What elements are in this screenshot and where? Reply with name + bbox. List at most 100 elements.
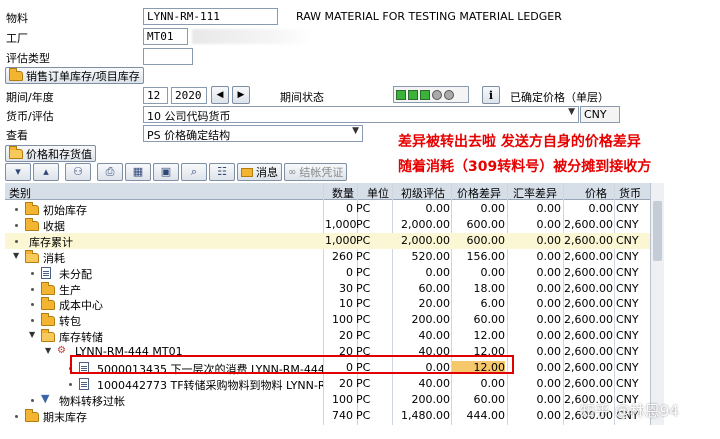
table-row[interactable]: ▼ 消耗 260 PC 520.00 156.00 0.00 2,600.00 CNY — [5, 249, 650, 265]
previous-period-button[interactable]: ◀ — [211, 86, 229, 104]
row-exchange-diff: 0.00 — [536, 361, 562, 374]
col-price-diff[interactable]: 价格差异 — [457, 185, 501, 201]
table-row[interactable]: 库存累计 1,000 PC 2,000.00 600.00 0.00 2,600.00 CNY — [5, 232, 650, 249]
row-currency: CNY — [616, 265, 639, 279]
print-icon[interactable]: ⎙ — [97, 163, 123, 181]
table-row[interactable]: ▼ 物料转移过帐 100 PC 200.00 60.00 0.00 2,600.00 CNY — [5, 392, 650, 408]
row-quantity: 20 — [339, 329, 353, 343]
row-prelim: 20.00 — [418, 297, 451, 311]
settlement-icon: ∞ — [288, 166, 297, 178]
scroll-thumb[interactable] — [653, 201, 662, 261]
row-exchange-diff: 0.00 — [536, 249, 562, 263]
collapse-icon[interactable]: ▴ — [33, 163, 59, 181]
col-exchange-diff[interactable]: 汇率差异 — [513, 185, 557, 201]
next-period-button[interactable]: ▶ — [232, 86, 250, 104]
table-row[interactable]: 未分配 0 PC 0.00 0.00 0.00 2,600.00 CNY — [5, 265, 650, 281]
find-icon[interactable]: ⚇ — [65, 163, 91, 181]
row-unit: PC — [356, 217, 371, 231]
collapse-caret-icon[interactable]: ▼ — [13, 251, 19, 260]
row-quantity: 0 — [346, 265, 353, 279]
row-unit: PC — [356, 329, 371, 343]
messages-label: 消息 — [256, 166, 278, 179]
settlement-doc-label: 结帐凭证 — [299, 166, 344, 179]
hierarchy-icon[interactable]: ☷ — [209, 163, 235, 181]
price-stock-values-button[interactable]: 价格和存货值 — [5, 145, 96, 162]
currency-valuation-select[interactable]: 10 公司代码货币 ▼ — [143, 106, 579, 123]
row-exchange-diff: 0.00 — [536, 408, 562, 422]
vertical-scrollbar[interactable] — [650, 183, 664, 425]
row-price: 2,600.00 — [564, 345, 613, 359]
blurred-plant-desc — [192, 29, 312, 44]
price-stock-values-label: 价格和存货值 — [26, 147, 92, 161]
year-input[interactable]: 2020 — [171, 87, 207, 104]
row-price-diff: 0.00 — [480, 265, 506, 279]
dropdown-arrow-icon: ▼ — [352, 126, 359, 136]
table-row[interactable]: 转包 100 PC 200.00 60.00 0.00 2,600.00 CNY — [5, 312, 650, 328]
col-quantity[interactable]: 数量 — [332, 185, 354, 201]
row-unit: PC — [356, 249, 371, 263]
row-price: 2,600.00 — [564, 376, 613, 390]
message-icon — [241, 167, 253, 177]
row-category: 库存累计 — [29, 235, 73, 249]
triangle-right-icon: ▶ — [237, 90, 245, 100]
col-prelim-valuation[interactable]: 初级评估 — [401, 185, 445, 201]
plant-input[interactable]: MT01 — [143, 28, 188, 45]
col-unit[interactable]: 单位 — [367, 185, 389, 201]
row-price: 2,600.00 — [564, 329, 613, 343]
row-category: 期末库存 — [43, 410, 87, 424]
row-currency: CNY — [616, 361, 639, 374]
layout-icon[interactable]: ▦ — [125, 163, 151, 181]
zoom-icon[interactable]: ⌕ — [181, 163, 207, 181]
row-prelim: 40.00 — [418, 329, 451, 343]
row-category: 转包 — [59, 315, 81, 329]
row-category: 物料转移过帐 — [59, 394, 125, 408]
row-price-diff: 60.00 — [473, 313, 506, 327]
grid-toolbar: ▾ ▴ ⚇ ⎙ ▦ ▣ ⌕ ☷ 消息 ∞ 结帐凭证 — [5, 163, 348, 181]
row-unit: PC — [356, 408, 371, 422]
collapse-caret-icon[interactable]: ▼ — [45, 346, 51, 355]
row-price: 2,600.00 — [564, 233, 613, 247]
table-row[interactable]: ▼ 库存转储 20 PC 40.00 12.00 0.00 2,600.00 CNY — [5, 328, 650, 344]
table-row[interactable]: 成本中心 10 PC 20.00 6.00 0.00 2,600.00 CNY — [5, 296, 650, 312]
row-quantity: 740 — [332, 408, 353, 422]
expand-icon[interactable]: ▾ — [5, 163, 31, 181]
sales-order-stock-button[interactable]: 销售订单库存/项目库存 — [5, 67, 144, 84]
table-row[interactable]: 期末库存 740 PC 1,480.00 444.00 0.00 2,600.00 CNY — [5, 408, 650, 424]
valuation-type-label: 评估类型 — [6, 52, 50, 65]
collapse-caret-icon[interactable]: ▼ — [29, 330, 35, 339]
row-exchange-diff: 0.00 — [536, 345, 562, 359]
row-currency: CNY — [616, 281, 639, 295]
gray-circle-icon — [432, 89, 442, 100]
col-category[interactable]: 类别 — [9, 185, 31, 201]
row-exchange-diff: 0.00 — [536, 376, 562, 390]
messages-button[interactable]: 消息 — [237, 163, 282, 181]
col-currency[interactable]: 货币 — [619, 185, 641, 201]
row-currency: CNY — [616, 345, 639, 359]
row-currency: CNY — [616, 217, 639, 231]
table-row[interactable]: 收据 1,000 PC 2,000.00 600.00 0.00 2,600.00 CNY — [5, 217, 650, 233]
row-price-diff: 18.00 — [473, 281, 506, 295]
table-row[interactable]: 1000442773 TF转储采购物料到物料 LYNN-RM- 20 PC 40.00… — [5, 376, 650, 392]
row-exchange-diff: 0.00 — [536, 392, 562, 406]
row-price-diff: 6.00 — [480, 297, 506, 311]
row-price: 2,600.00 — [564, 249, 613, 263]
settlement-doc-button[interactable]: ∞ 结帐凭证 — [284, 163, 348, 181]
col-price[interactable]: 价格 — [585, 185, 607, 201]
row-price-diff: 60.00 — [473, 392, 506, 406]
view-select[interactable]: PS 价格确定结构 ▼ — [143, 125, 363, 142]
period-input[interactable]: 12 — [143, 87, 168, 104]
detail-icon[interactable]: ▣ — [153, 163, 179, 181]
row-price-diff: 600.00 — [466, 217, 506, 231]
info-button[interactable]: i — [482, 86, 500, 104]
row-currency: CNY — [616, 249, 639, 263]
table-row[interactable]: 生产 30 PC 60.00 18.00 0.00 2,600.00 CNY — [5, 281, 650, 297]
row-quantity: 100 — [332, 313, 353, 327]
row-quantity: 0 — [346, 202, 353, 215]
row-exchange-diff: 0.00 — [536, 313, 562, 327]
row-price: 2,600.00 — [564, 281, 613, 295]
table-row[interactable]: 初始库存 0 PC 0.00 0.00 0.00 0.00 CNY — [5, 201, 650, 217]
row-prelim: 0.00 — [425, 265, 451, 279]
material-input[interactable]: LYNN-RM-111 — [143, 8, 278, 25]
row-price: 2,600.00 — [564, 217, 613, 231]
valuation-type-input[interactable] — [143, 48, 193, 65]
